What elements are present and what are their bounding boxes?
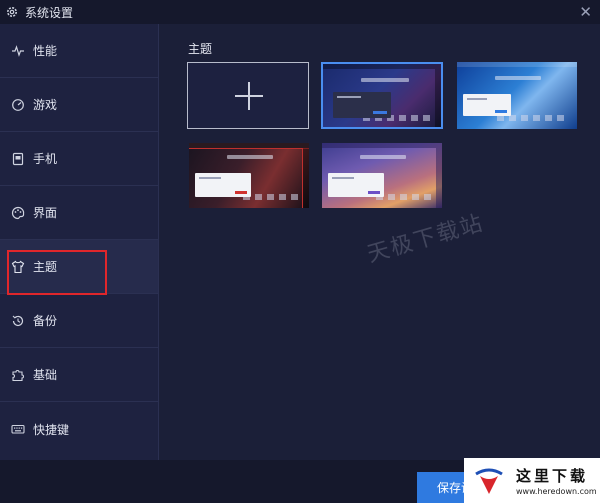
window-title: 系统设置 xyxy=(25,5,74,20)
dialog-preview xyxy=(195,173,251,197)
sidebar-item-label: 游戏 xyxy=(33,98,58,112)
dialog-preview xyxy=(463,94,511,116)
keyboard-icon xyxy=(11,424,25,434)
highlight-annotation xyxy=(7,250,107,295)
sidebar-item-label: 手机 xyxy=(33,152,58,166)
sidebar-item-performance[interactable]: 性能 xyxy=(0,24,158,78)
sidebar-item-backup[interactable]: 备份 xyxy=(0,294,158,348)
puzzle-icon xyxy=(12,369,25,381)
logo-mark-icon xyxy=(475,468,503,494)
title-bar: 系统设置 ✕ xyxy=(0,0,600,24)
sidebar-item-shortcuts[interactable]: 快捷键 xyxy=(0,402,158,456)
phone-icon xyxy=(12,152,24,165)
sidebar-item-interface[interactable]: 界面 xyxy=(0,186,158,240)
theme-thumbnail-dark-red[interactable] xyxy=(189,143,309,208)
gauge-icon xyxy=(12,98,24,111)
sidebar-item-label: 快捷键 xyxy=(33,422,70,437)
sidebar-item-basic[interactable]: 基础 xyxy=(0,348,158,402)
sidebar-item-game[interactable]: 游戏 xyxy=(0,78,158,132)
logo-name: 这里下载 xyxy=(516,467,589,485)
palette-icon xyxy=(11,206,25,219)
pulse-icon xyxy=(12,44,24,57)
dialog-preview xyxy=(333,92,391,118)
section-title: 主题 xyxy=(188,42,213,56)
history-icon xyxy=(12,315,24,326)
theme-thumbnail-light-blue[interactable] xyxy=(457,62,577,129)
dialog-preview xyxy=(328,173,384,197)
theme-thumbnail-dark-blue[interactable] xyxy=(321,62,443,129)
site-logo: 这里下载 www.heredown.com xyxy=(464,458,600,503)
gear-icon xyxy=(7,7,17,17)
logo-url: www.heredown.com xyxy=(516,487,597,496)
sidebar-item-label: 性能 xyxy=(33,44,58,58)
sidebar-item-label: 基础 xyxy=(33,368,58,382)
sidebar-item-label: 界面 xyxy=(33,206,58,220)
sidebar-item-phone[interactable]: 手机 xyxy=(0,132,158,186)
sidebar-item-label: 备份 xyxy=(33,314,58,328)
add-theme-button[interactable] xyxy=(187,62,309,129)
theme-thumbnail-purple-sunset[interactable] xyxy=(322,143,442,208)
close-icon[interactable]: ✕ xyxy=(579,2,592,22)
